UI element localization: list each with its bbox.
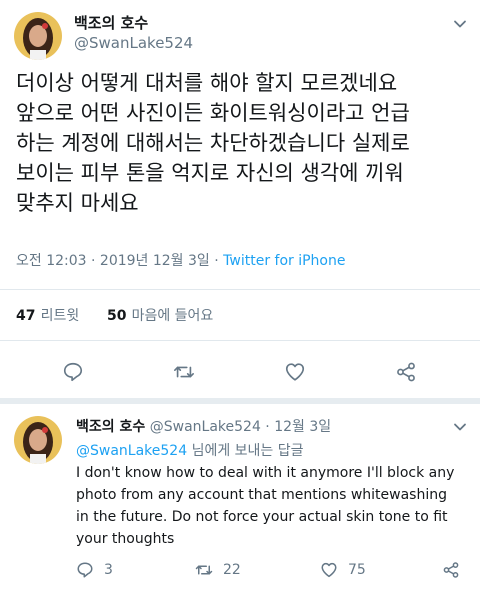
timestamp[interactable]: 오전 12:03 · 2019년 12월 3일 · (16, 253, 219, 269)
tweet-text-line: 맞추지 마세요 (16, 191, 139, 215)
chevron-down-icon[interactable] (452, 16, 468, 32)
avatar[interactable] (14, 12, 62, 60)
reply-icon[interactable] (62, 361, 84, 383)
heart-icon[interactable] (284, 361, 306, 383)
retweet-count: 22 (223, 562, 241, 578)
tweet-text-line: 앞으로 어떤 사진이든 화이트워싱이라고 언급 (16, 101, 410, 125)
retweets-label: 리트윗 (40, 308, 80, 324)
divider (0, 289, 480, 290)
tweet-text: 더이상 어떻게 대처를 해야 할지 모르겠네요 앞으로 어떤 사진이든 화이트워… (16, 68, 410, 218)
replying-to: @SwanLake524 님에게 보내는 답글 (76, 440, 304, 460)
share-icon[interactable] (442, 561, 460, 579)
reply-display-name[interactable]: 백조의 호수 (76, 419, 145, 435)
tweet-text-line: 보이는 피부 톤을 억지로 자신의 생각에 끼워 (16, 161, 404, 185)
tweet-text-line: 더이상 어떻게 대처를 해야 할지 모르겠네요 (16, 71, 398, 95)
reply-retweet-action[interactable]: 22 (195, 561, 241, 579)
retweets-count: 47 (16, 308, 36, 324)
retweet-icon[interactable] (173, 361, 195, 383)
replying-to-label: 님에게 보내는 답글 (191, 443, 304, 459)
reply-text-line: photo from any account that mentions whi… (76, 487, 447, 503)
retweet-icon (195, 561, 213, 579)
tweet-meta: 오전 12:03 · 2019년 12월 3일 · Twitter for iP… (16, 250, 346, 270)
retweets-stat[interactable]: 47 리트윗 (16, 305, 79, 325)
replying-to-handle[interactable]: @SwanLake524 (76, 443, 187, 459)
reply-text-line: I don't know how to deal with it anymore… (76, 465, 455, 481)
reply-handle-date[interactable]: @SwanLake524 · 12월 3일 (150, 419, 331, 435)
reply-header: 백조의 호수 @SwanLake524 · 12월 3일 (76, 416, 331, 436)
heart-icon (320, 561, 338, 579)
display-name[interactable]: 백조의 호수 (74, 12, 148, 33)
likes-stat[interactable]: 50 마음에 들어요 (107, 305, 213, 325)
reply-icon (76, 561, 94, 579)
reply-text: I don't know how to deal with it anymore… (76, 462, 454, 550)
share-icon[interactable] (395, 361, 417, 383)
handle[interactable]: @SwanLake524 (74, 34, 193, 52)
reply-text-line: your thoughts (76, 531, 175, 547)
section-separator (0, 398, 480, 404)
divider (0, 340, 480, 341)
likes-count: 50 (107, 308, 127, 324)
likes-label: 마음에 들어요 (131, 308, 214, 324)
reply-text-line: in the future. Do not force your actual … (76, 509, 448, 525)
reply-chevron-down-icon[interactable] (452, 419, 468, 435)
reply-like-action[interactable]: 75 (320, 561, 366, 579)
tweet-text-line: 하는 계정에 대해서는 차단하겠습니다 실제로 (16, 131, 410, 155)
reply-avatar[interactable] (14, 416, 62, 464)
reply-count: 3 (104, 562, 113, 578)
like-count: 75 (348, 562, 366, 578)
source-link[interactable]: Twitter for iPhone (223, 253, 345, 269)
reply-comment-action[interactable]: 3 (76, 561, 113, 579)
